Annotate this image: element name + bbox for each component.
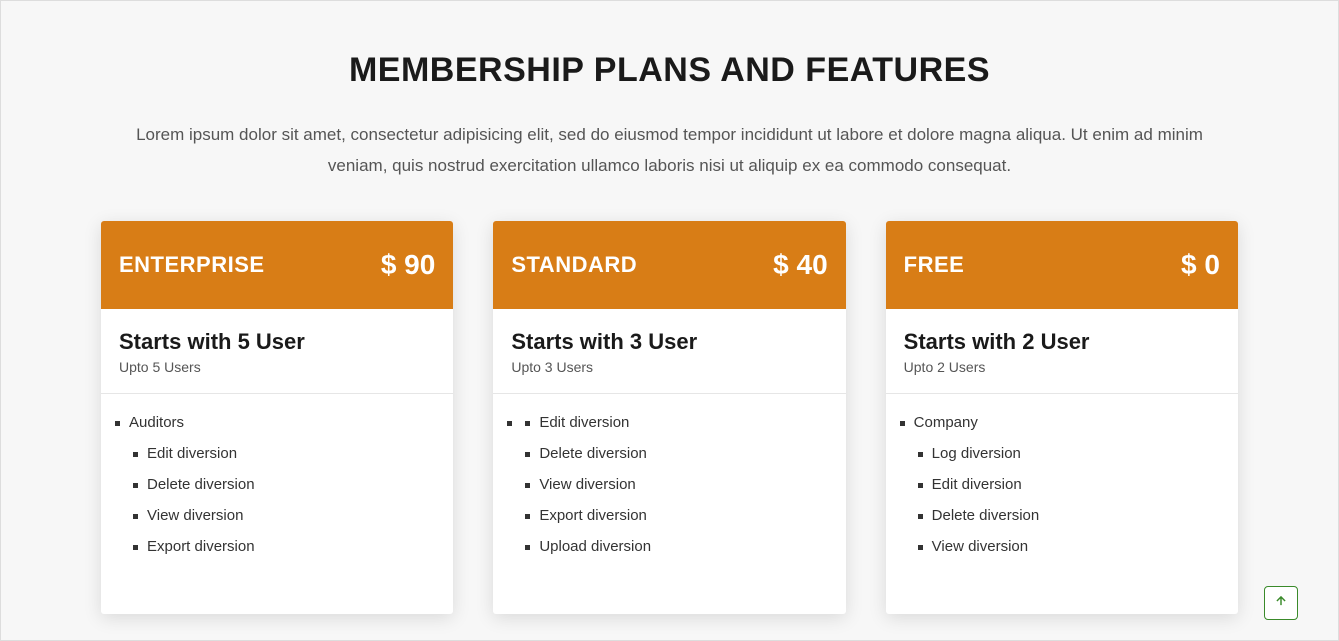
- feature-item: Export diversion: [147, 538, 439, 555]
- feature-item: Delete diversion: [932, 507, 1224, 524]
- plan-price: $ 0: [1181, 249, 1220, 281]
- plan-starts: Starts with 3 User: [511, 329, 827, 355]
- plan-starts: Starts with 5 User: [119, 329, 435, 355]
- feature-item: View diversion: [932, 538, 1224, 555]
- feature-item: Edit diversion: [147, 445, 439, 462]
- plan-card-free: FREE $ 0 Starts with 2 User Upto 2 Users…: [886, 221, 1238, 614]
- page-subtitle: Lorem ipsum dolor sit amet, consectetur …: [110, 120, 1230, 181]
- plan-info: Starts with 2 User Upto 2 Users: [886, 309, 1238, 394]
- plans-row: ENTERPRISE $ 90 Starts with 5 User Upto …: [101, 221, 1238, 614]
- feature-group-label: Company Log diversion Edit diversion Del…: [914, 414, 1224, 555]
- feature-group-text: Company: [914, 414, 978, 431]
- feature-item: Edit diversion: [932, 476, 1224, 493]
- plan-price: $ 40: [773, 249, 828, 281]
- feature-group-text: Auditors: [129, 414, 184, 431]
- feature-group-label: Auditors Edit diversion Delete diversion…: [129, 414, 439, 555]
- arrow-up-icon: [1274, 594, 1288, 613]
- scroll-top-button[interactable]: [1264, 586, 1298, 620]
- plan-header: ENTERPRISE $ 90: [101, 221, 453, 309]
- plan-card-standard: STANDARD $ 40 Starts with 3 User Upto 3 …: [493, 221, 845, 614]
- plan-upto: Upto 2 Users: [904, 359, 1220, 375]
- feature-item: Export diversion: [539, 507, 831, 524]
- feature-item: Edit diversion: [539, 414, 831, 431]
- plan-header: FREE $ 0: [886, 221, 1238, 309]
- feature-item: Delete diversion: [539, 445, 831, 462]
- plan-info: Starts with 3 User Upto 3 Users: [493, 309, 845, 394]
- feature-item: View diversion: [147, 507, 439, 524]
- plan-header: STANDARD $ 40: [493, 221, 845, 309]
- plan-name: FREE: [904, 252, 965, 278]
- plan-card-enterprise: ENTERPRISE $ 90 Starts with 5 User Upto …: [101, 221, 453, 614]
- plan-name: STANDARD: [511, 252, 637, 278]
- plan-features-scroll[interactable]: Auditors Edit diversion Delete diversion…: [101, 394, 453, 614]
- plan-name: ENTERPRISE: [119, 252, 265, 278]
- page-title: MEMBERSHIP PLANS AND FEATURES: [101, 51, 1238, 90]
- plan-starts: Starts with 2 User: [904, 329, 1220, 355]
- feature-item: View diversion: [539, 476, 831, 493]
- plan-features-scroll[interactable]: Edit diversion Delete diversion View div…: [493, 394, 845, 614]
- plan-features-scroll[interactable]: Company Log diversion Edit diversion Del…: [886, 394, 1238, 614]
- plan-info: Starts with 5 User Upto 5 Users: [101, 309, 453, 394]
- feature-item: Delete diversion: [147, 476, 439, 493]
- plan-upto: Upto 3 Users: [511, 359, 827, 375]
- plan-upto: Upto 5 Users: [119, 359, 435, 375]
- plan-price: $ 90: [381, 249, 436, 281]
- feature-item: Log diversion: [932, 445, 1224, 462]
- feature-item: Upload diversion: [539, 538, 831, 555]
